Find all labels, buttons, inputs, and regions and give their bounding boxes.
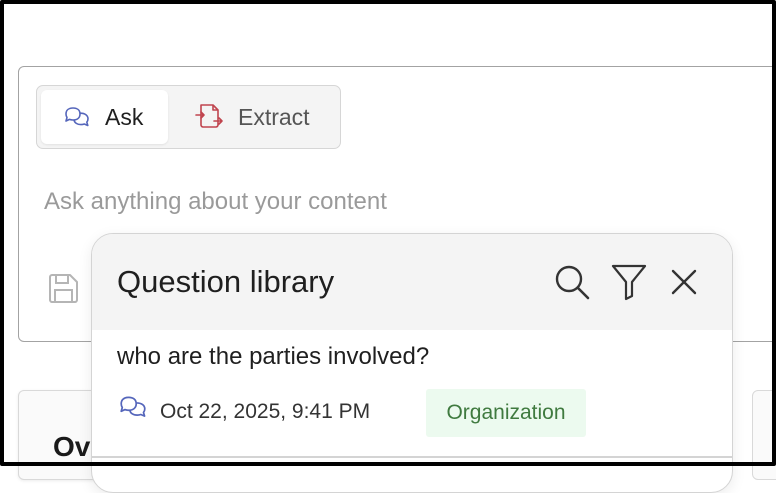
save-button[interactable]	[46, 272, 80, 306]
question-library-popover: Question library who are the parties inv…	[91, 233, 733, 493]
question-library-title: Question library	[117, 264, 335, 299]
chat-bubbles-icon	[65, 107, 89, 127]
filter-button[interactable]	[609, 262, 649, 302]
question-item-text[interactable]: who are the parties involved?	[117, 343, 429, 371]
search-icon	[555, 265, 590, 300]
ask-mode-label: Ask	[105, 103, 144, 130]
ask-mode-button[interactable]: Ask	[41, 90, 168, 144]
side-card	[752, 390, 776, 480]
chat-bubbles-icon	[120, 396, 146, 417]
extract-icon	[195, 104, 223, 128]
filter-icon	[611, 264, 647, 301]
extract-mode-button[interactable]: Extract	[180, 90, 335, 144]
close-button[interactable]	[664, 262, 704, 302]
question-library-header: Question library	[92, 234, 732, 330]
scope-badge: Organization	[426, 389, 586, 437]
question-item-date: Oct 22, 2025, 9:41 PM	[160, 400, 371, 423]
divider	[92, 456, 732, 458]
close-icon	[671, 269, 697, 295]
search-button[interactable]	[552, 262, 592, 302]
mode-toggle: Ask Extract	[36, 85, 341, 149]
extract-mode-label: Extract	[238, 103, 310, 130]
save-icon	[49, 274, 78, 303]
prompt-input[interactable]	[44, 184, 644, 220]
overview-card-title: Ov	[53, 431, 91, 462]
